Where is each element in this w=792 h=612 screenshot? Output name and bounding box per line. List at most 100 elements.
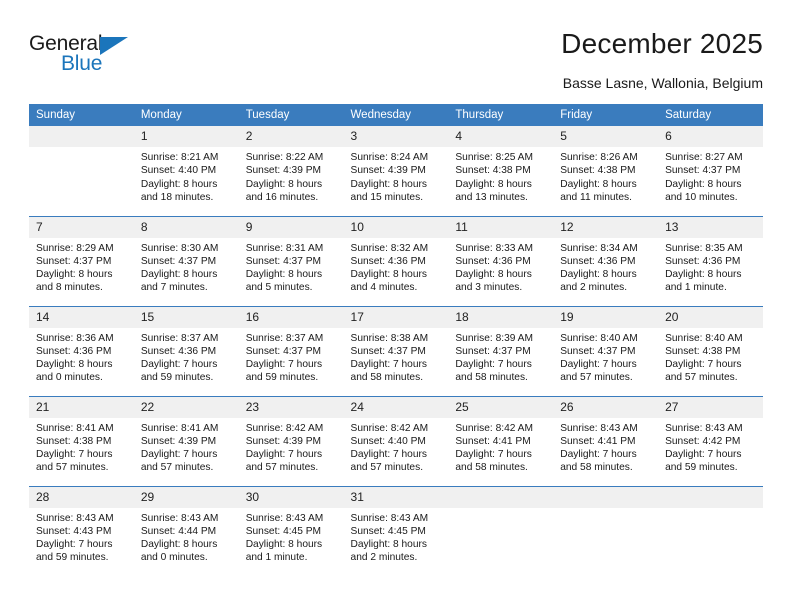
day-detail-line: and 18 minutes. <box>140 191 214 203</box>
calendar-day-cell[interactable]: 11 Sunrise: 8:33 AM Sunset: 4:36 PM Dayligh… <box>448 215 554 306</box>
calendar-day-cell[interactable]: 23 Sunrise: 8:42 AM Sunset: 4:39 PM Dayligh… <box>238 395 344 486</box>
day-detail-line: Sunrise: 8:40 AM <box>665 332 743 344</box>
calendar-day-cell[interactable]: 30 Sunrise: 8:43 AM Sunset: 4:45 PM Dayligh… <box>238 485 344 576</box>
calendar-day-cell[interactable]: 20 Sunrise: 8:40 AM Sunset: 4:38 PM Dayligh… <box>658 305 763 396</box>
calendar-day-cell[interactable]: 4 Sunrise: 8:25 AM Sunset: 4:38 PM Daylight… <box>448 126 554 216</box>
calendar-day-cell[interactable]: 21 Sunrise: 8:41 AM Sunset: 4:38 PM Dayligh… <box>29 395 134 486</box>
calendar-day-cell[interactable]: 10 Sunrise: 8:32 AM Sunset: 4:36 PM Dayligh… <box>343 215 449 306</box>
day-detail-line: Daylight: 8 hours <box>245 269 323 281</box>
day-detail-line: and 5 minutes. <box>245 282 313 294</box>
day-detail-line: Daylight: 7 hours <box>36 539 113 551</box>
day-detail-line: Sunrise: 8:21 AM <box>140 152 219 163</box>
day-detail-line: and 2 minutes. <box>560 282 628 294</box>
day-detail-line: Sunrise: 8:35 AM <box>665 242 743 254</box>
calendar-day-cell[interactable]: 15 Sunrise: 8:37 AM Sunset: 4:36 PM Dayligh… <box>133 305 239 396</box>
day-details: Sunrise: 8:35 AM Sunset: 4:36 PM Daylight:… <box>658 238 763 295</box>
day-detail-line: Sunset: 4:37 PM <box>140 255 217 267</box>
day-number <box>29 126 134 147</box>
calendar-day-cell[interactable]: 6 Sunrise: 8:27 AM Sunset: 4:37 PM Daylight… <box>658 126 763 216</box>
day-detail-line: Sunset: 4:37 PM <box>455 345 531 357</box>
day-detail-line: Sunrise: 8:43 AM <box>245 512 324 524</box>
day-detail-line: Sunset: 4:37 PM <box>36 255 112 267</box>
day-detail-line: Daylight: 8 hours <box>140 269 218 281</box>
calendar-day-cell[interactable]: 29 Sunrise: 8:43 AM Sunset: 4:44 PM Dayligh… <box>133 485 239 576</box>
day-detail-line: Sunset: 4:41 PM <box>560 435 636 447</box>
calendar-day-cell[interactable]: 5 Sunrise: 8:26 AM Sunset: 4:38 PM Daylight… <box>553 126 659 216</box>
weekday-header-sunday: Sunday <box>29 104 134 126</box>
calendar-day-cell[interactable]: 2 Sunrise: 8:22 AM Sunset: 4:39 PM Daylight… <box>238 126 344 216</box>
calendar-day-cell[interactable]: 16 Sunrise: 8:37 AM Sunset: 4:37 PM Dayligh… <box>238 305 344 396</box>
day-number: 30 <box>238 486 344 508</box>
calendar-day-cell[interactable]: 19 Sunrise: 8:40 AM Sunset: 4:37 PM Dayligh… <box>553 305 659 396</box>
day-detail-line: Daylight: 7 hours <box>350 359 427 371</box>
day-detail-line: Sunrise: 8:27 AM <box>665 152 743 163</box>
day-number: 19 <box>553 306 659 328</box>
day-detail-line: Daylight: 7 hours <box>140 449 218 461</box>
day-details: Sunrise: 8:33 AM Sunset: 4:36 PM Daylight:… <box>448 238 553 295</box>
day-number: 15 <box>133 306 239 328</box>
day-detail-line: and 8 minutes. <box>36 282 103 294</box>
day-detail-line: Sunrise: 8:25 AM <box>455 152 533 163</box>
general-blue-logo[interactable]: General Blue <box>29 32 159 84</box>
day-detail-line: Sunrise: 8:43 AM <box>36 512 114 524</box>
day-detail-line: Sunrise: 8:29 AM <box>36 242 114 254</box>
day-detail-line: Daylight: 7 hours <box>560 359 637 371</box>
day-detail-line: and 0 minutes. <box>140 552 208 564</box>
day-number: 10 <box>343 216 449 238</box>
calendar-day-cell[interactable]: 1 Sunrise: 8:21 AM Sunset: 4:40 PM Daylight… <box>133 126 239 216</box>
weekday-header-wednesday: Wednesday <box>343 104 449 126</box>
day-detail-line: Sunset: 4:37 PM <box>245 345 322 357</box>
day-details: Sunrise: 8:36 AM Sunset: 4:36 PM Daylight:… <box>29 328 134 385</box>
calendar-day-cell[interactable]: 22 Sunrise: 8:41 AM Sunset: 4:39 PM Dayligh… <box>133 395 239 486</box>
day-details: Sunrise: 8:41 AM Sunset: 4:39 PM Daylight:… <box>134 418 239 475</box>
day-detail-line: Sunset: 4:36 PM <box>665 255 741 267</box>
calendar-day-cell[interactable]: 17 Sunrise: 8:38 AM Sunset: 4:37 PM Dayligh… <box>343 305 449 396</box>
day-detail-line: and 57 minutes. <box>36 462 109 474</box>
day-details: Sunrise: 8:41 AM Sunset: 4:38 PM Daylight:… <box>29 418 134 475</box>
day-number: 28 <box>29 486 134 508</box>
calendar-day-cell[interactable]: 28 Sunrise: 8:43 AM Sunset: 4:43 PM Dayligh… <box>29 485 134 576</box>
weekday-header-tuesday: Tuesday <box>238 104 344 126</box>
calendar-day-cell[interactable]: 18 Sunrise: 8:39 AM Sunset: 4:37 PM Dayligh… <box>448 305 554 396</box>
day-detail-line: Sunset: 4:43 PM <box>36 525 112 537</box>
day-number: 26 <box>553 396 659 418</box>
calendar-week-row: 7 Sunrise: 8:29 AM Sunset: 4:37 PM Daylight… <box>29 215 763 306</box>
calendar-body: 1 Sunrise: 8:21 AM Sunset: 4:40 PM Daylight… <box>29 126 763 576</box>
calendar-day-cell[interactable]: 31 Sunrise: 8:43 AM Sunset: 4:45 PM Dayligh… <box>343 485 449 576</box>
day-detail-line: and 1 minute. <box>245 552 308 564</box>
day-detail-line: and 57 minutes. <box>245 462 319 474</box>
day-detail-line: Sunset: 4:36 PM <box>36 345 112 357</box>
day-detail-line: Daylight: 8 hours <box>560 269 637 281</box>
day-detail-line: Sunset: 4:37 PM <box>245 255 322 267</box>
day-detail-line: Sunset: 4:40 PM <box>350 435 426 447</box>
calendar-day-cell[interactable]: 8 Sunrise: 8:30 AM Sunset: 4:37 PM Daylight… <box>133 215 239 306</box>
day-detail-line: and 3 minutes. <box>455 282 523 294</box>
calendar-day-cell[interactable]: 12 Sunrise: 8:34 AM Sunset: 4:36 PM Dayligh… <box>553 215 659 306</box>
calendar-day-cell[interactable]: 13 Sunrise: 8:35 AM Sunset: 4:36 PM Dayligh… <box>658 215 763 306</box>
logo-triangle-icon <box>100 37 128 55</box>
day-number: 16 <box>238 306 344 328</box>
day-details: Sunrise: 8:34 AM Sunset: 4:36 PM Daylight:… <box>553 238 658 295</box>
day-number: 21 <box>29 396 134 418</box>
day-details: Sunrise: 8:43 AM Sunset: 4:43 PM Daylight:… <box>29 508 134 565</box>
calendar-day-cell[interactable]: 27 Sunrise: 8:43 AM Sunset: 4:42 PM Dayligh… <box>658 395 763 486</box>
calendar-day-cell[interactable]: 26 Sunrise: 8:43 AM Sunset: 4:41 PM Dayligh… <box>553 395 659 486</box>
calendar-table: Sunday Monday Tuesday Wednesday Thursday Frid… <box>29 104 763 576</box>
day-details: Sunrise: 8:26 AM Sunset: 4:38 PM Daylight:… <box>553 147 658 204</box>
calendar-day-cell[interactable]: 14 Sunrise: 8:36 AM Sunset: 4:36 PM Dayligh… <box>29 305 134 396</box>
day-details: Sunrise: 8:25 AM Sunset: 4:38 PM Daylight:… <box>448 147 553 204</box>
day-detail-line: Sunset: 4:37 PM <box>665 165 741 177</box>
logo-text-blue: Blue <box>61 52 103 75</box>
day-details: Sunrise: 8:30 AM Sunset: 4:37 PM Daylight:… <box>134 238 239 295</box>
calendar-day-cell[interactable]: 9 Sunrise: 8:31 AM Sunset: 4:37 PM Daylight… <box>238 215 344 306</box>
calendar-day-cell[interactable]: 25 Sunrise: 8:42 AM Sunset: 4:41 PM Dayligh… <box>448 395 554 486</box>
calendar-day-cell[interactable]: 3 Sunrise: 8:24 AM Sunset: 4:39 PM Daylight… <box>343 126 449 216</box>
day-detail-line: Daylight: 7 hours <box>350 449 427 461</box>
calendar-day-cell[interactable]: 24 Sunrise: 8:42 AM Sunset: 4:40 PM Dayligh… <box>343 395 449 486</box>
calendar-day-cell[interactable]: 7 Sunrise: 8:29 AM Sunset: 4:37 PM Daylight… <box>29 215 134 306</box>
day-detail-line: and 4 minutes. <box>350 282 418 294</box>
day-detail-line: Daylight: 8 hours <box>245 539 323 551</box>
day-number: 25 <box>448 396 554 418</box>
day-number: 1 <box>133 126 239 147</box>
day-number: 29 <box>133 486 239 508</box>
